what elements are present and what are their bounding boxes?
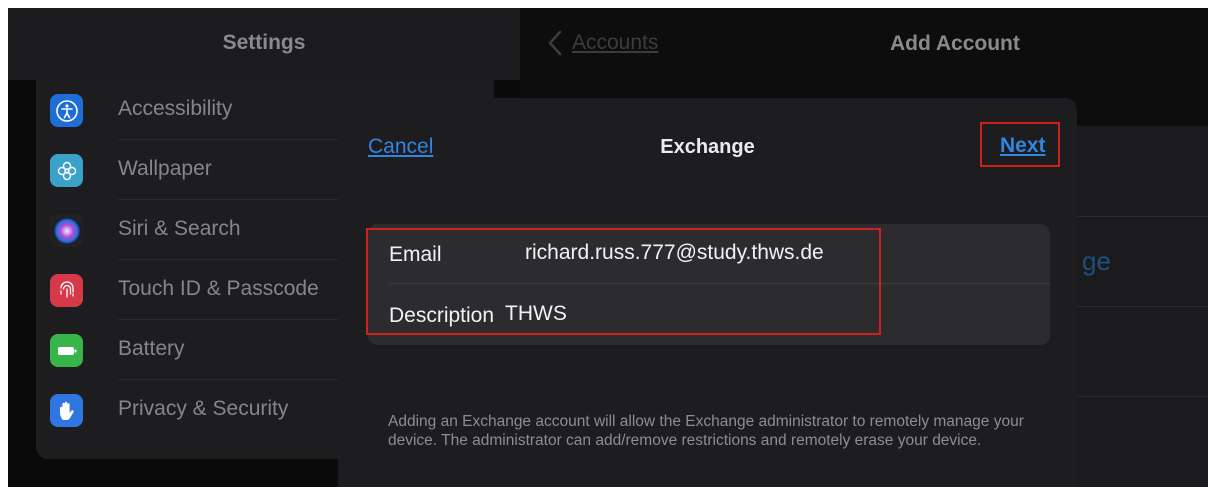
divider	[1070, 306, 1208, 307]
back-button[interactable]: Accounts	[548, 30, 658, 56]
fingerprint-icon	[50, 274, 83, 307]
sidebar-item-label: Privacy & Security	[118, 397, 289, 420]
sidebar-item-label: Battery	[118, 337, 185, 360]
sidebar-item-label: Wallpaper	[118, 157, 212, 180]
accessibility-icon	[50, 94, 83, 127]
exchange-info-text: Adding an Exchange account will allow th…	[388, 413, 1024, 449]
add-account-title: Add Account	[890, 32, 1020, 55]
sidebar-item-label: Accessibility	[118, 97, 233, 120]
settings-title: Settings	[222, 31, 306, 54]
account-item-fragment: ge	[1082, 246, 1111, 276]
back-label: Accounts	[572, 31, 659, 54]
sidebar-item-label: Siri & Search	[118, 217, 241, 240]
ipad-screen: Settings Accessibility Wallpaper Siri & …	[8, 8, 1208, 487]
hand-icon	[50, 394, 83, 427]
chevron-left-icon	[548, 30, 562, 56]
siri-icon	[50, 214, 83, 247]
sidebar-item-label: Touch ID & Passcode	[118, 277, 319, 300]
flower-icon	[50, 154, 83, 187]
divider	[1070, 216, 1208, 217]
divider	[1070, 396, 1208, 397]
next-button[interactable]: Next	[1000, 134, 1046, 158]
battery-icon	[50, 334, 83, 367]
exchange-modal: Cancel Exchange Next Email Description A…	[338, 98, 1077, 487]
form-highlight-box	[366, 228, 881, 335]
account-list-background: ge	[1070, 126, 1208, 487]
settings-header: Settings	[8, 8, 520, 80]
modal-title: Exchange	[660, 136, 755, 158]
